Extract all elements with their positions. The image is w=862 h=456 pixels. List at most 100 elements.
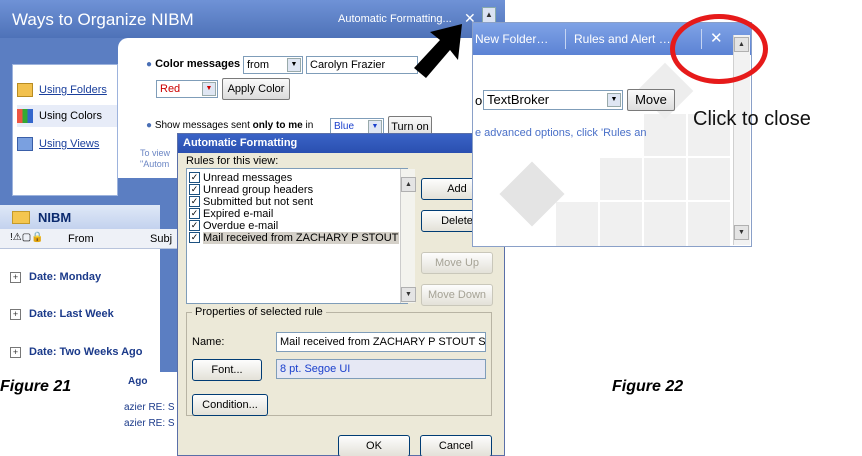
figure-22-caption: Figure 22: [612, 378, 684, 395]
cancel-button[interactable]: Cancel: [420, 435, 492, 456]
rules-scrollbar[interactable]: ▲ ▼: [400, 169, 416, 303]
nav-using-colors[interactable]: Using Colors: [17, 105, 117, 127]
col-from[interactable]: From: [68, 233, 94, 245]
color-messages-label: Color messages: [155, 58, 241, 70]
expand-icon[interactable]: +: [10, 346, 21, 358]
rule-label: Expired e-mail: [203, 207, 274, 220]
bg-tile: [643, 201, 687, 246]
scroll-up-icon[interactable]: ▲: [482, 7, 496, 23]
show-bold: only to me: [252, 120, 303, 131]
checkbox[interactable]: ✓: [189, 196, 200, 207]
rule-label: Mail received from ZACHARY P STOUT ST(: [203, 231, 399, 244]
dialog-title: Automatic Formatting: [183, 137, 298, 149]
from-name-value: Carolyn Frazier: [310, 59, 386, 71]
group-date-monday[interactable]: + Date: Monday: [10, 271, 101, 283]
nav-label[interactable]: Using Views: [39, 138, 99, 150]
move-up-button[interactable]: Move Up: [421, 252, 493, 274]
checkbox[interactable]: ✓: [189, 184, 200, 195]
rule-name-field[interactable]: Mail received from ZACHARY P STOUT STOUT: [276, 332, 486, 352]
rule-item-selected[interactable]: ✓ Mail received from ZACHARY P STOUT ST(: [189, 231, 399, 244]
mail-row-fragment[interactable]: azier RE: S: [124, 418, 175, 429]
color-select[interactable]: Red ▼: [156, 80, 218, 98]
color-messages-row: ● Color messages: [146, 58, 240, 70]
pointer-arrow-icon: [414, 24, 462, 78]
col-subject[interactable]: Subj: [150, 233, 172, 245]
group-label: Date: Last Week: [29, 308, 114, 320]
bg-tile: [687, 201, 731, 246]
click-to-close-caption: Click to close: [693, 108, 811, 130]
column-header: !⚠▢🔒 From Subj: [0, 229, 180, 249]
colors-grid-icon: [17, 109, 33, 123]
bg-tile: [555, 201, 599, 246]
highlight-circle: [670, 14, 768, 84]
font-button[interactable]: Font...: [192, 359, 262, 381]
group-date-last-week[interactable]: + Date: Last Week: [10, 308, 114, 320]
nav-using-folders[interactable]: Using Folders: [17, 79, 117, 101]
checkbox[interactable]: ✓: [189, 220, 200, 231]
expand-icon[interactable]: +: [10, 271, 21, 283]
show-color-value: Blue: [334, 121, 355, 132]
from-select[interactable]: from ▼: [243, 56, 303, 74]
condition-button[interactable]: Condition...: [192, 394, 268, 416]
views-icon: [17, 137, 33, 151]
folder-icon: [12, 211, 30, 224]
folder-name: NIBM: [38, 210, 72, 225]
organize-nav: Using Folders Using Colors Using Views: [12, 64, 118, 196]
apply-color-button[interactable]: Apply Color: [222, 78, 290, 100]
show-prefix: Show messages sent: [154, 120, 250, 131]
mail-row-fragment[interactable]: azier RE: S: [124, 402, 175, 413]
scroll-up-icon[interactable]: ▲: [401, 177, 416, 192]
expand-icon[interactable]: +: [10, 308, 21, 320]
figure-21-caption: Figure 21: [0, 378, 72, 395]
folders-icon: [17, 83, 33, 97]
fragment-ago: Ago: [128, 376, 148, 387]
dropdown-arrow-icon[interactable]: ▼: [202, 82, 216, 96]
tab-separator: [565, 29, 566, 49]
dropdown-arrow-icon[interactable]: ▼: [287, 58, 301, 72]
tab-new-folder[interactable]: New Folder…: [475, 32, 548, 46]
rule-label: Unread messages: [203, 171, 293, 184]
importance-flag-icons[interactable]: !⚠▢🔒: [10, 232, 44, 243]
move-down-button[interactable]: Move Down: [421, 284, 493, 306]
bg-tile: [599, 201, 643, 246]
dropdown-arrow-icon[interactable]: ▼: [607, 93, 621, 107]
rule-label: Overdue e-mail: [203, 219, 279, 232]
checkbox[interactable]: ✓: [189, 208, 200, 219]
rule-label: Submitted but not sent: [203, 195, 314, 208]
bg-tile: [643, 113, 687, 157]
scroll-down-icon[interactable]: ▼: [401, 287, 416, 302]
folder-select-value: TextBroker: [487, 92, 550, 107]
group-date-two-weeks-ago[interactable]: + Date: Two Weeks Ago: [10, 346, 142, 358]
group-label: Date: Two Weeks Ago: [29, 346, 143, 358]
advanced-options-text[interactable]: e advanced options, click 'Rules an: [475, 127, 646, 139]
scroll-down-icon[interactable]: ▼: [734, 225, 749, 240]
ok-button[interactable]: OK: [338, 435, 410, 456]
bullet-icon: ●: [146, 120, 153, 131]
checkbox[interactable]: ✓: [189, 172, 200, 183]
font-value-field: 8 pt. Segoe UI: [276, 359, 486, 379]
show-suffix: in: [305, 120, 314, 131]
properties-label: Properties of selected rule: [192, 306, 326, 318]
hint-text: To view "Autom: [140, 148, 170, 170]
checkbox[interactable]: ✓: [189, 232, 200, 243]
move-button[interactable]: Move: [627, 89, 675, 111]
automatic-formatting-dialog: Automatic Formatting Rules for this view…: [177, 133, 505, 456]
to-prefix: o: [475, 93, 483, 108]
rules-label: Rules for this view:: [186, 155, 279, 167]
rule-label: Unread group headers: [203, 183, 314, 196]
show-messages-row: ● Show messages sent only to me in: [146, 120, 313, 131]
dropdown-arrow-icon[interactable]: ▼: [368, 120, 382, 134]
folder-select[interactable]: TextBroker ▼: [483, 90, 623, 110]
rules-list[interactable]: ✓ Unread messages ✓ Unread group headers…: [186, 168, 416, 304]
tab-rules-and-alerts[interactable]: Rules and Alert …: [574, 32, 671, 46]
nav-using-views[interactable]: Using Views: [17, 133, 117, 155]
color-select-value: Red: [160, 83, 181, 95]
bg-tile: [599, 157, 643, 201]
nav-label[interactable]: Using Colors: [39, 110, 102, 122]
from-select-value: from: [247, 59, 269, 71]
nav-label[interactable]: Using Folders: [39, 84, 107, 96]
bg-tile: [687, 157, 731, 201]
organize-title: Ways to Organize NIBM: [12, 10, 194, 29]
hint-line: To view: [140, 148, 171, 158]
hint-line: "Autom: [140, 159, 170, 169]
